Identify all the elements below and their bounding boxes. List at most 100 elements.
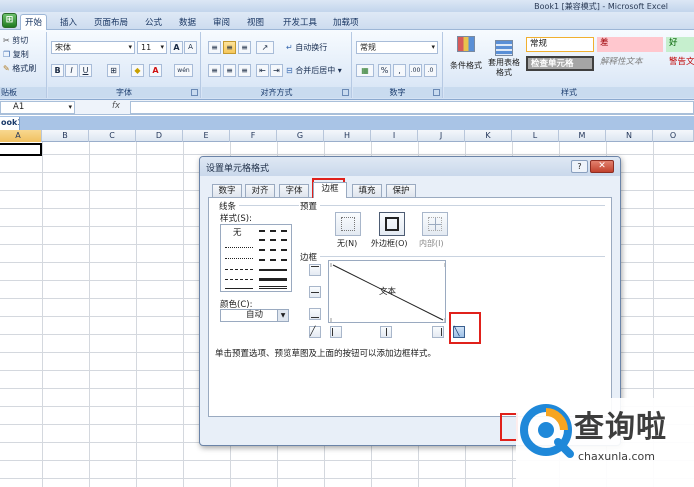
font-name-combo[interactable]: 宋体 ▾ [51, 41, 135, 54]
preset-inside-button[interactable] [422, 212, 448, 236]
line-style-list[interactable]: 无 [220, 224, 292, 292]
formula-input[interactable] [130, 101, 694, 114]
fill-color-button[interactable]: ◆ [131, 64, 144, 77]
line-style-none[interactable]: 无 [233, 226, 242, 238]
line-style-double[interactable] [259, 286, 287, 289]
line-style-dash-dot[interactable] [225, 279, 253, 280]
tab-developer[interactable]: 开发工具 [279, 15, 321, 30]
line-style-thin[interactable] [225, 288, 253, 289]
border-bottom-button[interactable] [309, 308, 321, 320]
phonetic-button[interactable]: wén [174, 64, 193, 77]
decrease-indent-button[interactable]: ⇤ [256, 64, 269, 77]
shrink-font-button[interactable]: A [184, 41, 197, 54]
underline-button[interactable]: U [79, 64, 92, 77]
align-right-button[interactable]: ≡ [238, 64, 251, 77]
tab-home[interactable]: 开始 [20, 14, 48, 31]
active-cell-a1[interactable] [0, 143, 42, 156]
style-bad[interactable]: 差 [597, 37, 663, 52]
number-format-combo[interactable]: 常规 ▾ [356, 41, 438, 54]
column-header-b[interactable]: B [42, 130, 89, 142]
tab-addins[interactable]: 加载项 [329, 15, 363, 30]
grow-font-button[interactable]: A [170, 41, 183, 54]
font-color-button[interactable]: A [149, 64, 162, 77]
office-button[interactable]: ⊞ [2, 13, 17, 28]
column-header-f[interactable]: F [230, 130, 277, 142]
align-center-button[interactable]: ≡ [223, 64, 236, 77]
decrease-decimal-button[interactable]: .0 [424, 64, 437, 77]
column-header-i[interactable]: I [371, 130, 418, 142]
tab-insert[interactable]: 插入 [56, 15, 81, 30]
border-diagonal-up-button[interactable]: ╱ [309, 326, 321, 338]
border-top-button[interactable] [309, 264, 321, 276]
comma-button[interactable]: , [393, 64, 406, 77]
column-header-h[interactable]: H [324, 130, 371, 142]
border-inside-vertical-button[interactable] [380, 326, 392, 338]
align-middle-button[interactable]: ≡ [223, 41, 236, 54]
increase-decimal-button[interactable]: .00 [409, 64, 422, 77]
line-color-combo[interactable]: 自动 ▼ [220, 309, 289, 322]
column-header-c[interactable]: C [89, 130, 136, 142]
line-style-dash-dot-dot[interactable] [225, 269, 253, 270]
font-size-combo[interactable]: 11 ▾ [137, 41, 167, 54]
dialog-tab-fill[interactable]: 填充 [352, 184, 382, 197]
dialog-tab-protection[interactable]: 保护 [386, 184, 416, 197]
style-good[interactable]: 好 [666, 37, 694, 52]
column-header-g[interactable]: G [277, 130, 324, 142]
copy-button[interactable]: ❐ 复制 [3, 48, 29, 61]
alignment-dialog-launcher[interactable] [342, 89, 349, 96]
border-right-button[interactable] [432, 326, 444, 338]
bold-button[interactable]: B [51, 64, 64, 77]
dialog-tab-border[interactable]: 边框 [313, 182, 347, 198]
column-header-a[interactable]: A [0, 130, 42, 142]
conditional-format-button[interactable]: 条件格式 [448, 35, 484, 83]
tab-formulas[interactable]: 公式 [141, 15, 166, 30]
border-left-button[interactable] [330, 326, 342, 338]
format-as-table-button[interactable]: 套用表格格式 [486, 35, 522, 83]
merge-center-button[interactable]: ⊟ 合并后居中 ▾ [286, 64, 342, 77]
close-button[interactable]: ✕ [590, 160, 614, 173]
help-button[interactable]: ? [571, 160, 588, 173]
column-header-n[interactable]: N [606, 130, 653, 142]
line-style-medium-dash-dot[interactable] [259, 249, 287, 251]
borders-button[interactable]: ⊞ [107, 64, 120, 77]
align-top-button[interactable]: ≡ [208, 41, 221, 54]
line-style-hair[interactable] [225, 247, 253, 248]
column-header-j[interactable]: J [418, 130, 465, 142]
column-header-m[interactable]: M [559, 130, 606, 142]
insert-function-button[interactable]: fx [112, 101, 126, 114]
number-dialog-launcher[interactable] [433, 89, 440, 96]
cut-button[interactable]: ✂ 剪切 [3, 34, 28, 47]
align-left-button[interactable]: ≡ [208, 64, 221, 77]
column-header-l[interactable]: L [512, 130, 559, 142]
style-explanatory[interactable]: 解释性文本 [597, 56, 663, 71]
dialog-tab-alignment[interactable]: 对齐 [245, 184, 275, 197]
line-style-dotted[interactable] [225, 258, 253, 259]
dialog-tab-font[interactable]: 字体 [279, 184, 309, 197]
line-style-slant-dash-dot[interactable] [259, 239, 287, 241]
column-header-d[interactable]: D [136, 130, 183, 142]
column-header-k[interactable]: K [465, 130, 512, 142]
line-style-medium-dash-dot-dot[interactable] [259, 230, 287, 232]
align-bottom-button[interactable]: ≡ [238, 41, 251, 54]
percent-button[interactable]: % [378, 64, 391, 77]
format-painter-button[interactable]: ✎ 格式刷 [3, 62, 36, 75]
border-preview[interactable]: 文本 [328, 260, 446, 323]
preset-outline-button[interactable] [379, 212, 405, 236]
name-box[interactable]: A1 ▾ [0, 101, 75, 114]
currency-button[interactable]: ▦ [356, 64, 374, 77]
line-style-medium-dashed[interactable] [259, 259, 287, 261]
wrap-text-button[interactable]: ↵ 自动换行 [286, 41, 327, 54]
tab-view[interactable]: 视图 [243, 15, 268, 30]
tab-page-layout[interactable]: 页面布局 [90, 15, 132, 30]
line-style-medium[interactable] [259, 269, 287, 271]
column-header-o[interactable]: O [653, 130, 694, 142]
font-dialog-launcher[interactable] [191, 89, 198, 96]
tab-data[interactable]: 数据 [175, 15, 200, 30]
workbook-tab[interactable]: ook1 [0, 117, 20, 130]
line-style-thick[interactable] [259, 278, 287, 281]
tab-review[interactable]: 审阅 [209, 15, 234, 30]
preset-none-button[interactable] [335, 212, 361, 236]
border-inside-horizontal-button[interactable] [309, 286, 321, 298]
column-header-e[interactable]: E [183, 130, 230, 142]
style-warning[interactable]: 警告文 [666, 56, 694, 71]
